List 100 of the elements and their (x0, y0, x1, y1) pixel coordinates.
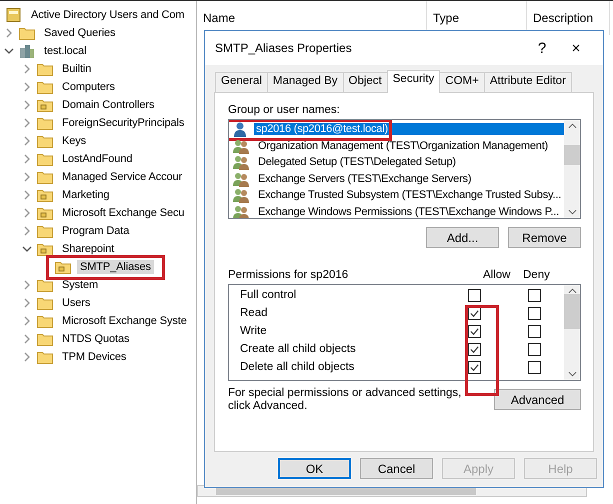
chevron-right-icon[interactable] (22, 352, 32, 362)
tree-item[interactable]: NTDS Quotas (59, 332, 132, 346)
user-icon (232, 121, 248, 138)
checkbox[interactable] (528, 306, 540, 320)
tree-item[interactable]: Computers (59, 80, 118, 94)
console-icon (6, 8, 22, 22)
chevron-right-icon[interactable] (22, 334, 32, 344)
principal-item[interactable]: Organization Management (TEST\Organization Management) (256, 140, 550, 152)
tree-item[interactable]: Sharepoint (59, 242, 118, 256)
dialog-button[interactable]: Cancel (360, 458, 433, 479)
chevron-right-icon[interactable] (22, 118, 32, 128)
group-icon (232, 154, 250, 170)
chevron-right-icon[interactable] (22, 154, 32, 164)
folder-icon (55, 260, 71, 274)
tree-item[interactable]: LostAndFound (59, 152, 136, 166)
checkbox[interactable] (528, 360, 540, 374)
folder-icon (37, 278, 53, 292)
tree-item[interactable]: Marketing (59, 188, 112, 202)
folder-icon (37, 206, 53, 220)
folder-icon (37, 350, 53, 364)
scroll-up-icon[interactable] (568, 288, 576, 294)
vertical-scrollbar[interactable] (564, 285, 580, 380)
tree-item[interactable]: Program Data (59, 224, 132, 238)
tree-item[interactable]: Keys (59, 134, 90, 148)
permission-name: Delete all child objects (240, 361, 356, 373)
permissions-label: Permissions for sp2016 (228, 269, 348, 281)
tree-item[interactable]: SMTP_Aliases (77, 260, 154, 274)
principal-item[interactable]: Exchange Servers (TEST\Exchange Servers) (256, 172, 474, 185)
scroll-down-icon[interactable] (568, 371, 576, 377)
checkbox[interactable] (468, 288, 480, 302)
tree-item[interactable]: ForeignSecurityPrincipals (59, 116, 188, 130)
chevron-right-icon[interactable] (22, 190, 32, 200)
allow-header: Allow (483, 269, 512, 281)
folder-icon (37, 188, 53, 202)
chevron-right-icon[interactable] (22, 298, 32, 308)
folder-icon (37, 80, 53, 94)
folder-icon (37, 134, 53, 148)
folder-icon (37, 98, 53, 112)
scroll-thumb[interactable] (564, 294, 580, 329)
chevron-right-icon[interactable] (22, 172, 32, 182)
advanced-note: For special permissions or advanced settings, click Advanced. (228, 387, 462, 413)
chevron-right-icon[interactable] (22, 316, 32, 326)
chevron-right-icon[interactable] (22, 226, 32, 236)
permission-name: Full control (240, 289, 298, 301)
group-icon (232, 187, 250, 204)
scroll-up-icon[interactable] (568, 123, 576, 129)
checkbox[interactable] (468, 342, 480, 356)
tree-item[interactable]: TPM Devices (59, 350, 130, 364)
group-icon (232, 138, 250, 154)
folder-icon (37, 332, 53, 346)
checkbox[interactable] (528, 342, 540, 356)
advanced-button[interactable]: Advanced (494, 389, 581, 410)
chevron-right-icon[interactable] (4, 28, 14, 38)
scroll-down-icon[interactable] (568, 209, 576, 215)
chevron-right-icon[interactable] (22, 280, 32, 290)
principal-item[interactable]: sp2016 (sp2016@test.local) (254, 123, 564, 136)
folder-icon (37, 62, 53, 76)
principal-item[interactable]: Exchange Trusted Subsystem (TEST\Exchange Trusted Subsy... (256, 189, 564, 202)
dialog-button[interactable]: OK (278, 458, 351, 479)
tree-item[interactable]: Users (59, 296, 94, 310)
tree-item[interactable]: Active Directory Users and Com (28, 8, 188, 22)
tab[interactable]: Attribute Editor (484, 72, 572, 92)
tree-item[interactable]: Domain Controllers (59, 98, 158, 112)
tree-item[interactable]: Saved Queries (41, 26, 118, 40)
list-button[interactable]: Remove (508, 227, 581, 248)
folder-icon (37, 314, 53, 328)
folder-icon (37, 170, 53, 184)
checkbox[interactable] (528, 288, 540, 302)
close-button[interactable]: × (559, 40, 593, 56)
help-button[interactable]: ? (525, 40, 559, 56)
tab[interactable]: General (215, 72, 268, 92)
principal-item[interactable]: Delegated Setup (TEST\Delegated Setup) (256, 156, 458, 168)
tree-item[interactable]: Microsoft Exchange Secu (59, 206, 188, 220)
tab[interactable]: Security (386, 70, 440, 93)
tree-item[interactable]: Microsoft Exchange Syste (59, 314, 190, 328)
tree-item[interactable]: Builtin (59, 62, 94, 76)
tree-item[interactable]: Managed Service Accour (59, 170, 186, 184)
chevron-right-icon[interactable] (22, 208, 32, 218)
dialog-title: SMTP_Aliases Properties (215, 41, 353, 55)
list-button[interactable]: Add... (426, 227, 499, 248)
chevron-right-icon[interactable] (22, 100, 32, 110)
chevron-right-icon[interactable] (22, 136, 32, 146)
chevron-down-icon[interactable] (22, 244, 32, 254)
chevron-right-icon[interactable] (22, 64, 32, 74)
vertical-scrollbar[interactable] (564, 120, 580, 218)
scroll-thumb[interactable] (564, 145, 580, 165)
tree-item[interactable]: System (59, 278, 102, 292)
group-label: Group or user names: (228, 104, 341, 116)
principal-item[interactable]: Exchange Windows Permissions (TEST\Exchange Windows P... (256, 206, 562, 218)
chevron-down-icon[interactable] (4, 46, 14, 56)
checkbox[interactable] (528, 324, 540, 338)
tree-item[interactable]: test.local (41, 44, 90, 58)
checkbox[interactable] (468, 360, 480, 374)
permission-name: Read (240, 307, 268, 319)
checkbox[interactable] (468, 324, 480, 338)
group-icon (232, 204, 250, 218)
folder-icon (37, 296, 53, 310)
chevron-right-icon[interactable] (22, 82, 32, 92)
folder-icon (37, 116, 53, 130)
folder-icon (37, 224, 53, 238)
